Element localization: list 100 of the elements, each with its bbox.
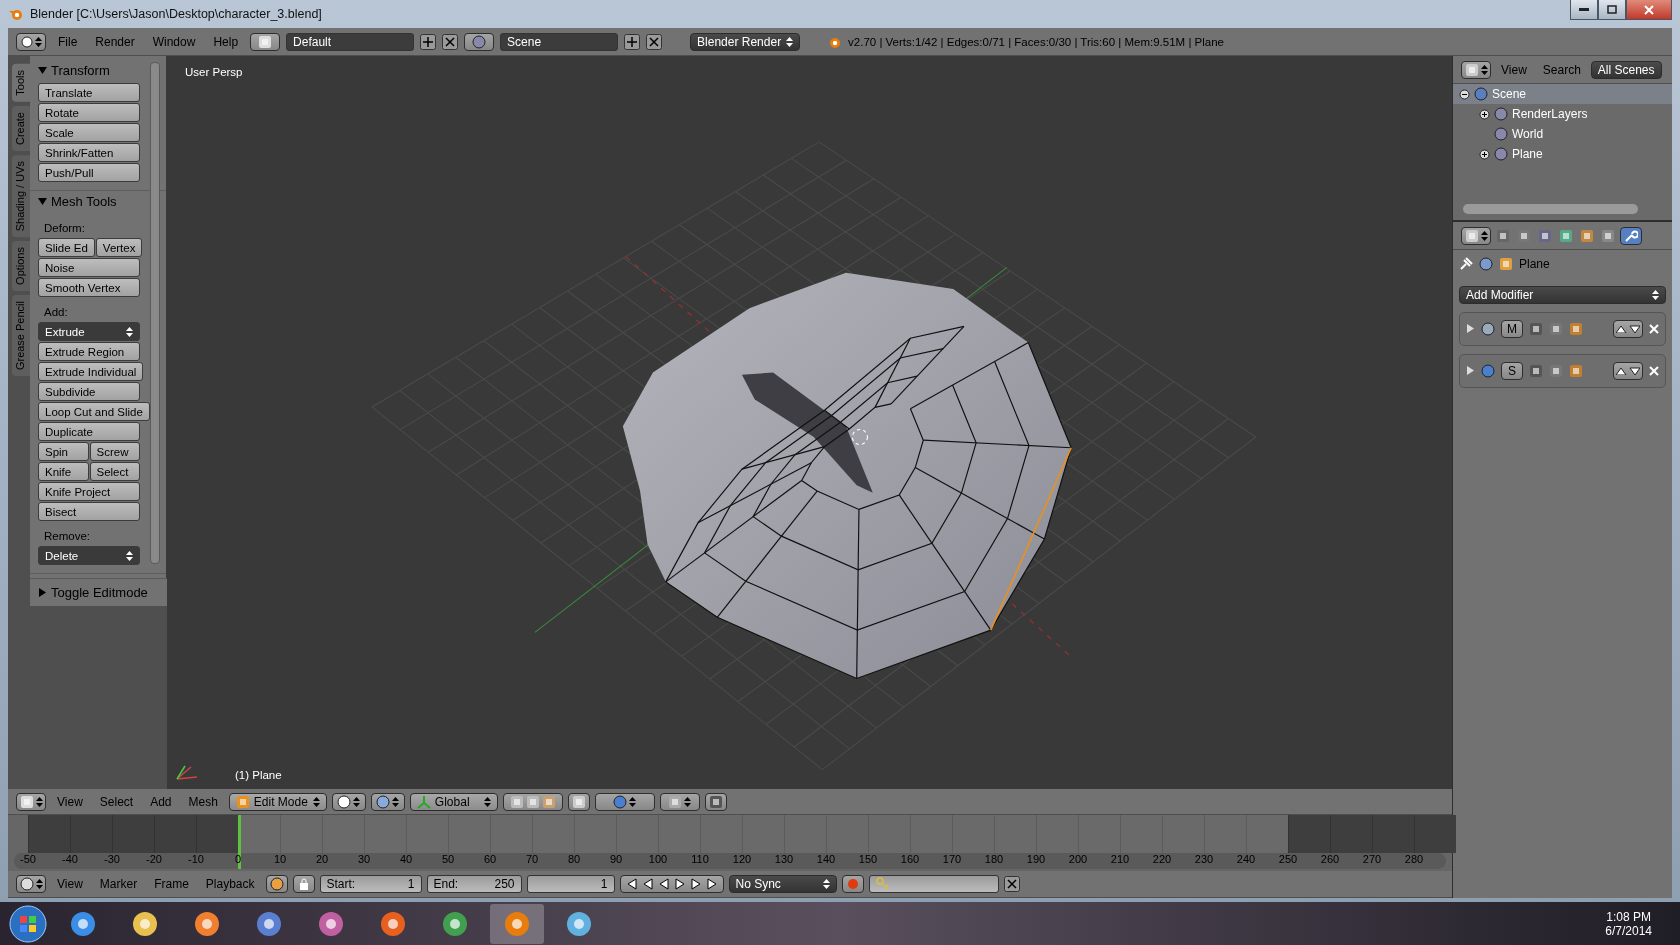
keying-set-field[interactable] bbox=[868, 875, 999, 893]
panel-header[interactable]: Toggle Editmode bbox=[30, 578, 167, 606]
minimize-button[interactable] bbox=[1570, 0, 1598, 20]
tool-button[interactable]: Extrude Region bbox=[38, 342, 140, 361]
tool-button[interactable]: Knife bbox=[38, 462, 89, 481]
tool-tab[interactable]: Tools bbox=[12, 64, 30, 102]
menu-item[interactable]: Window bbox=[146, 32, 202, 51]
tool-button[interactable]: Loop Cut and Slide bbox=[38, 402, 150, 421]
menu-item[interactable]: Render bbox=[89, 32, 141, 51]
close-icon[interactable] bbox=[646, 33, 663, 50]
editor-type-button[interactable] bbox=[16, 875, 46, 893]
occlude-button[interactable] bbox=[567, 792, 590, 811]
tool-button[interactable]: Slide Ed bbox=[38, 238, 95, 257]
editor-type-button[interactable] bbox=[16, 32, 46, 51]
menu-item[interactable]: Add bbox=[144, 792, 178, 811]
move-buttons[interactable] bbox=[1613, 362, 1643, 380]
scrollbar[interactable] bbox=[150, 62, 160, 564]
frame-number: 170 bbox=[941, 853, 963, 867]
tool-button[interactable]: Extrude Individual bbox=[38, 362, 144, 381]
tool-button[interactable]: Translate bbox=[38, 83, 140, 102]
scene-field[interactable]: Scene bbox=[500, 32, 619, 51]
menu-item[interactable]: Playback bbox=[199, 875, 261, 893]
editor-type-button[interactable] bbox=[1461, 226, 1491, 245]
disclosure-triangle-icon[interactable] bbox=[38, 588, 47, 597]
snap-button[interactable] bbox=[659, 792, 700, 811]
frame-number: -40 bbox=[61, 853, 79, 867]
menu-item[interactable]: View bbox=[51, 792, 89, 811]
close-icon[interactable] bbox=[442, 33, 459, 50]
menu-item[interactable]: Search bbox=[1536, 60, 1587, 79]
tool-button[interactable]: Scale bbox=[38, 123, 140, 142]
menu-item[interactable]: View bbox=[51, 875, 89, 893]
panel-header[interactable]: Mesh Tools bbox=[30, 191, 166, 212]
tool-button[interactable]: Rotate bbox=[38, 103, 140, 122]
orientation-dropdown[interactable]: Global bbox=[409, 792, 498, 811]
playback-controls[interactable] bbox=[619, 875, 724, 893]
menu-item[interactable]: Frame bbox=[148, 875, 195, 893]
render-engine-dropdown[interactable]: Blender Render bbox=[690, 32, 801, 51]
start-button[interactable] bbox=[8, 903, 48, 944]
outliner-item[interactable]: RenderLayers bbox=[1512, 107, 1588, 121]
display-filter-dropdown[interactable]: All Scenes bbox=[1590, 60, 1662, 79]
editor-type-button[interactable] bbox=[1461, 60, 1491, 79]
render-button[interactable] bbox=[704, 792, 727, 811]
move-buttons[interactable] bbox=[1613, 320, 1643, 338]
tool-button[interactable]: Duplicate bbox=[38, 422, 140, 441]
tool-button[interactable]: Bisect bbox=[38, 502, 140, 521]
record-button[interactable] bbox=[841, 875, 864, 893]
tool-button[interactable]: Push/Pull bbox=[38, 163, 140, 182]
menu-item[interactable]: Help bbox=[207, 32, 245, 51]
lock-button[interactable] bbox=[292, 875, 315, 893]
modifier-tab[interactable] bbox=[1620, 226, 1642, 245]
preview-range-button[interactable] bbox=[265, 875, 288, 893]
add-icon[interactable] bbox=[624, 33, 641, 50]
shading-button[interactable] bbox=[331, 792, 366, 811]
expand-icon[interactable] bbox=[1479, 148, 1490, 160]
maximize-button[interactable] bbox=[1598, 0, 1626, 20]
start-frame-field[interactable]: Start: 1 bbox=[319, 875, 422, 893]
remove-key-icon[interactable] bbox=[1003, 876, 1020, 892]
add-modifier-dropdown[interactable]: Add Modifier bbox=[1459, 286, 1666, 304]
end-frame-field[interactable]: End: 250 bbox=[426, 875, 522, 893]
mode-dropdown[interactable]: Edit Mode bbox=[228, 792, 327, 811]
menu-item[interactable]: Mesh bbox=[182, 792, 224, 811]
close-button[interactable] bbox=[1626, 0, 1672, 20]
tool-button[interactable]: Screw bbox=[89, 442, 140, 461]
layout-field[interactable]: Default bbox=[286, 32, 415, 51]
tool-button[interactable]: Noise bbox=[38, 258, 140, 277]
tool-button[interactable]: Shrink/Fatten bbox=[38, 143, 140, 162]
tool-dropdown[interactable]: Delete bbox=[38, 546, 140, 565]
clock[interactable]: 1:08 PM 6/7/2014 bbox=[1605, 909, 1672, 938]
collapse-icon[interactable] bbox=[1459, 88, 1470, 100]
outliner-item[interactable]: Scene bbox=[1492, 87, 1527, 101]
scrollbar[interactable] bbox=[1463, 204, 1639, 214]
menu-item[interactable]: Select bbox=[93, 792, 140, 811]
menu-item[interactable]: View bbox=[1495, 60, 1533, 79]
taskbar-app[interactable] bbox=[490, 903, 544, 944]
editor-type-button[interactable] bbox=[16, 792, 46, 811]
sync-dropdown[interactable]: No Sync bbox=[728, 875, 837, 893]
outliner-item[interactable]: Plane bbox=[1512, 147, 1543, 161]
layout-button[interactable] bbox=[250, 32, 281, 51]
add-icon[interactable] bbox=[420, 33, 437, 50]
pivot-button[interactable] bbox=[370, 792, 405, 811]
disclosure-triangle-icon[interactable] bbox=[38, 197, 47, 206]
tool-button[interactable]: Smooth Vertex bbox=[38, 278, 140, 297]
disclosure-triangle-icon[interactable] bbox=[38, 66, 47, 75]
scene-button[interactable] bbox=[464, 32, 495, 51]
tool-dropdown[interactable]: Extrude bbox=[38, 322, 140, 341]
select-mode-button[interactable] bbox=[502, 792, 563, 811]
current-frame-field[interactable]: 1 bbox=[526, 875, 615, 893]
outliner-item[interactable]: World bbox=[1512, 127, 1544, 141]
tool-button[interactable]: Spin bbox=[38, 442, 89, 461]
tool-button[interactable]: Subdivide bbox=[38, 382, 140, 401]
tool-button[interactable]: Knife Project bbox=[38, 482, 140, 501]
tool-button[interactable]: Select bbox=[89, 462, 140, 481]
proportional-button[interactable] bbox=[594, 792, 655, 811]
tool-button[interactable]: Vertex bbox=[95, 238, 143, 257]
modifier-name-field[interactable]: S bbox=[1501, 362, 1523, 380]
panel-header[interactable]: Transform bbox=[30, 60, 166, 81]
modifier-name-field[interactable]: M bbox=[1501, 320, 1523, 338]
expand-icon[interactable] bbox=[1479, 108, 1490, 120]
menu-item[interactable]: Marker bbox=[93, 875, 144, 893]
menu-item[interactable]: File bbox=[52, 32, 84, 51]
